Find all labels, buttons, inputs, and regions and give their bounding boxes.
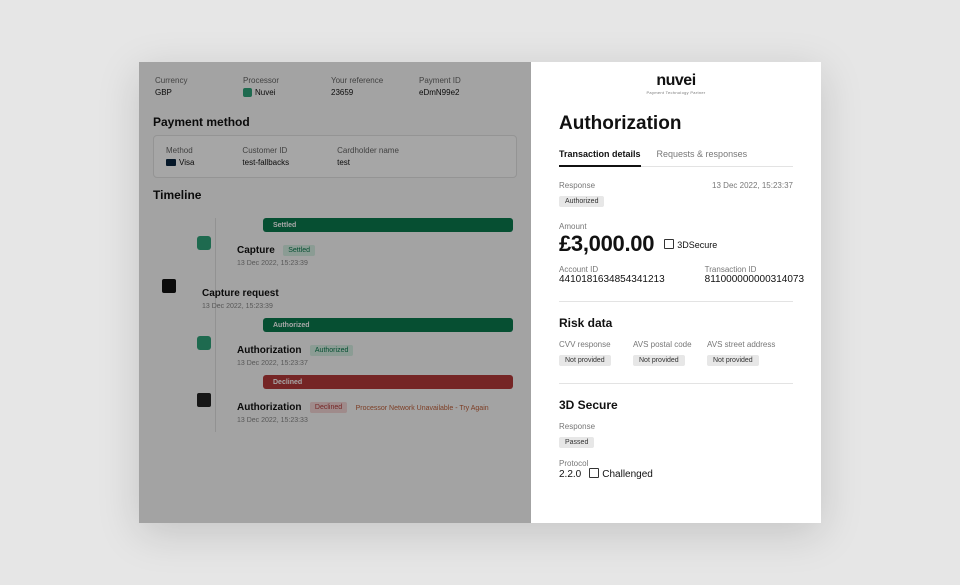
3ds-response-value: Passed — [559, 437, 594, 448]
avs-street-value: Not provided — [707, 355, 759, 366]
3ds-protocol-label: Protocol — [559, 459, 793, 468]
panel-tabs: Transaction details Requests & responses — [559, 143, 793, 167]
tab-requests-responses[interactable]: Requests & responses — [657, 143, 748, 166]
processor-logo: nuvei Payment Technology Partner — [559, 62, 793, 101]
flag-icon — [589, 468, 599, 478]
account-id-label: Account ID — [559, 265, 665, 274]
panel-title: Authorization — [559, 113, 793, 135]
backdrop-overlay[interactable] — [139, 62, 531, 523]
flag-icon — [664, 239, 674, 249]
response-label: Response — [559, 181, 604, 190]
response-timestamp: 13 Dec 2022, 15:23:37 — [712, 181, 793, 190]
main-content-dimmed: Currency GBP Processor Nuvei Your refere… — [139, 62, 531, 523]
detail-panel: nuvei Payment Technology Partner Authori… — [531, 62, 821, 523]
transaction-id-value: 811000000000314073 — [705, 274, 804, 285]
avs-postal-value: Not provided — [633, 355, 685, 366]
tab-transaction-details[interactable]: Transaction details — [559, 143, 641, 167]
amount-value: £3,000.00 — [559, 231, 654, 257]
divider — [559, 383, 793, 384]
cvv-response-label: CVV response — [559, 340, 619, 349]
3ds-response-label: Response — [559, 422, 793, 431]
risk-data-heading: Risk data — [559, 316, 793, 330]
account-id-value: 4410181634854341213 — [559, 274, 665, 285]
3ds-protocol-value: 2.2.0 — [559, 469, 581, 480]
cvv-response-value: Not provided — [559, 355, 611, 366]
amount-label: Amount — [559, 222, 793, 231]
app-window: Currency GBP Processor Nuvei Your refere… — [139, 62, 821, 523]
divider — [559, 301, 793, 302]
3dsecure-heading: 3D Secure — [559, 398, 793, 412]
response-chip: Authorized — [559, 196, 604, 207]
avs-street-label: AVS street address — [707, 340, 775, 349]
3ds-challenge-flag: Challenged — [602, 469, 653, 480]
avs-postal-label: AVS postal code — [633, 340, 693, 349]
secure-tag: 3DSecure — [677, 240, 717, 250]
transaction-id-label: Transaction ID — [705, 265, 804, 274]
